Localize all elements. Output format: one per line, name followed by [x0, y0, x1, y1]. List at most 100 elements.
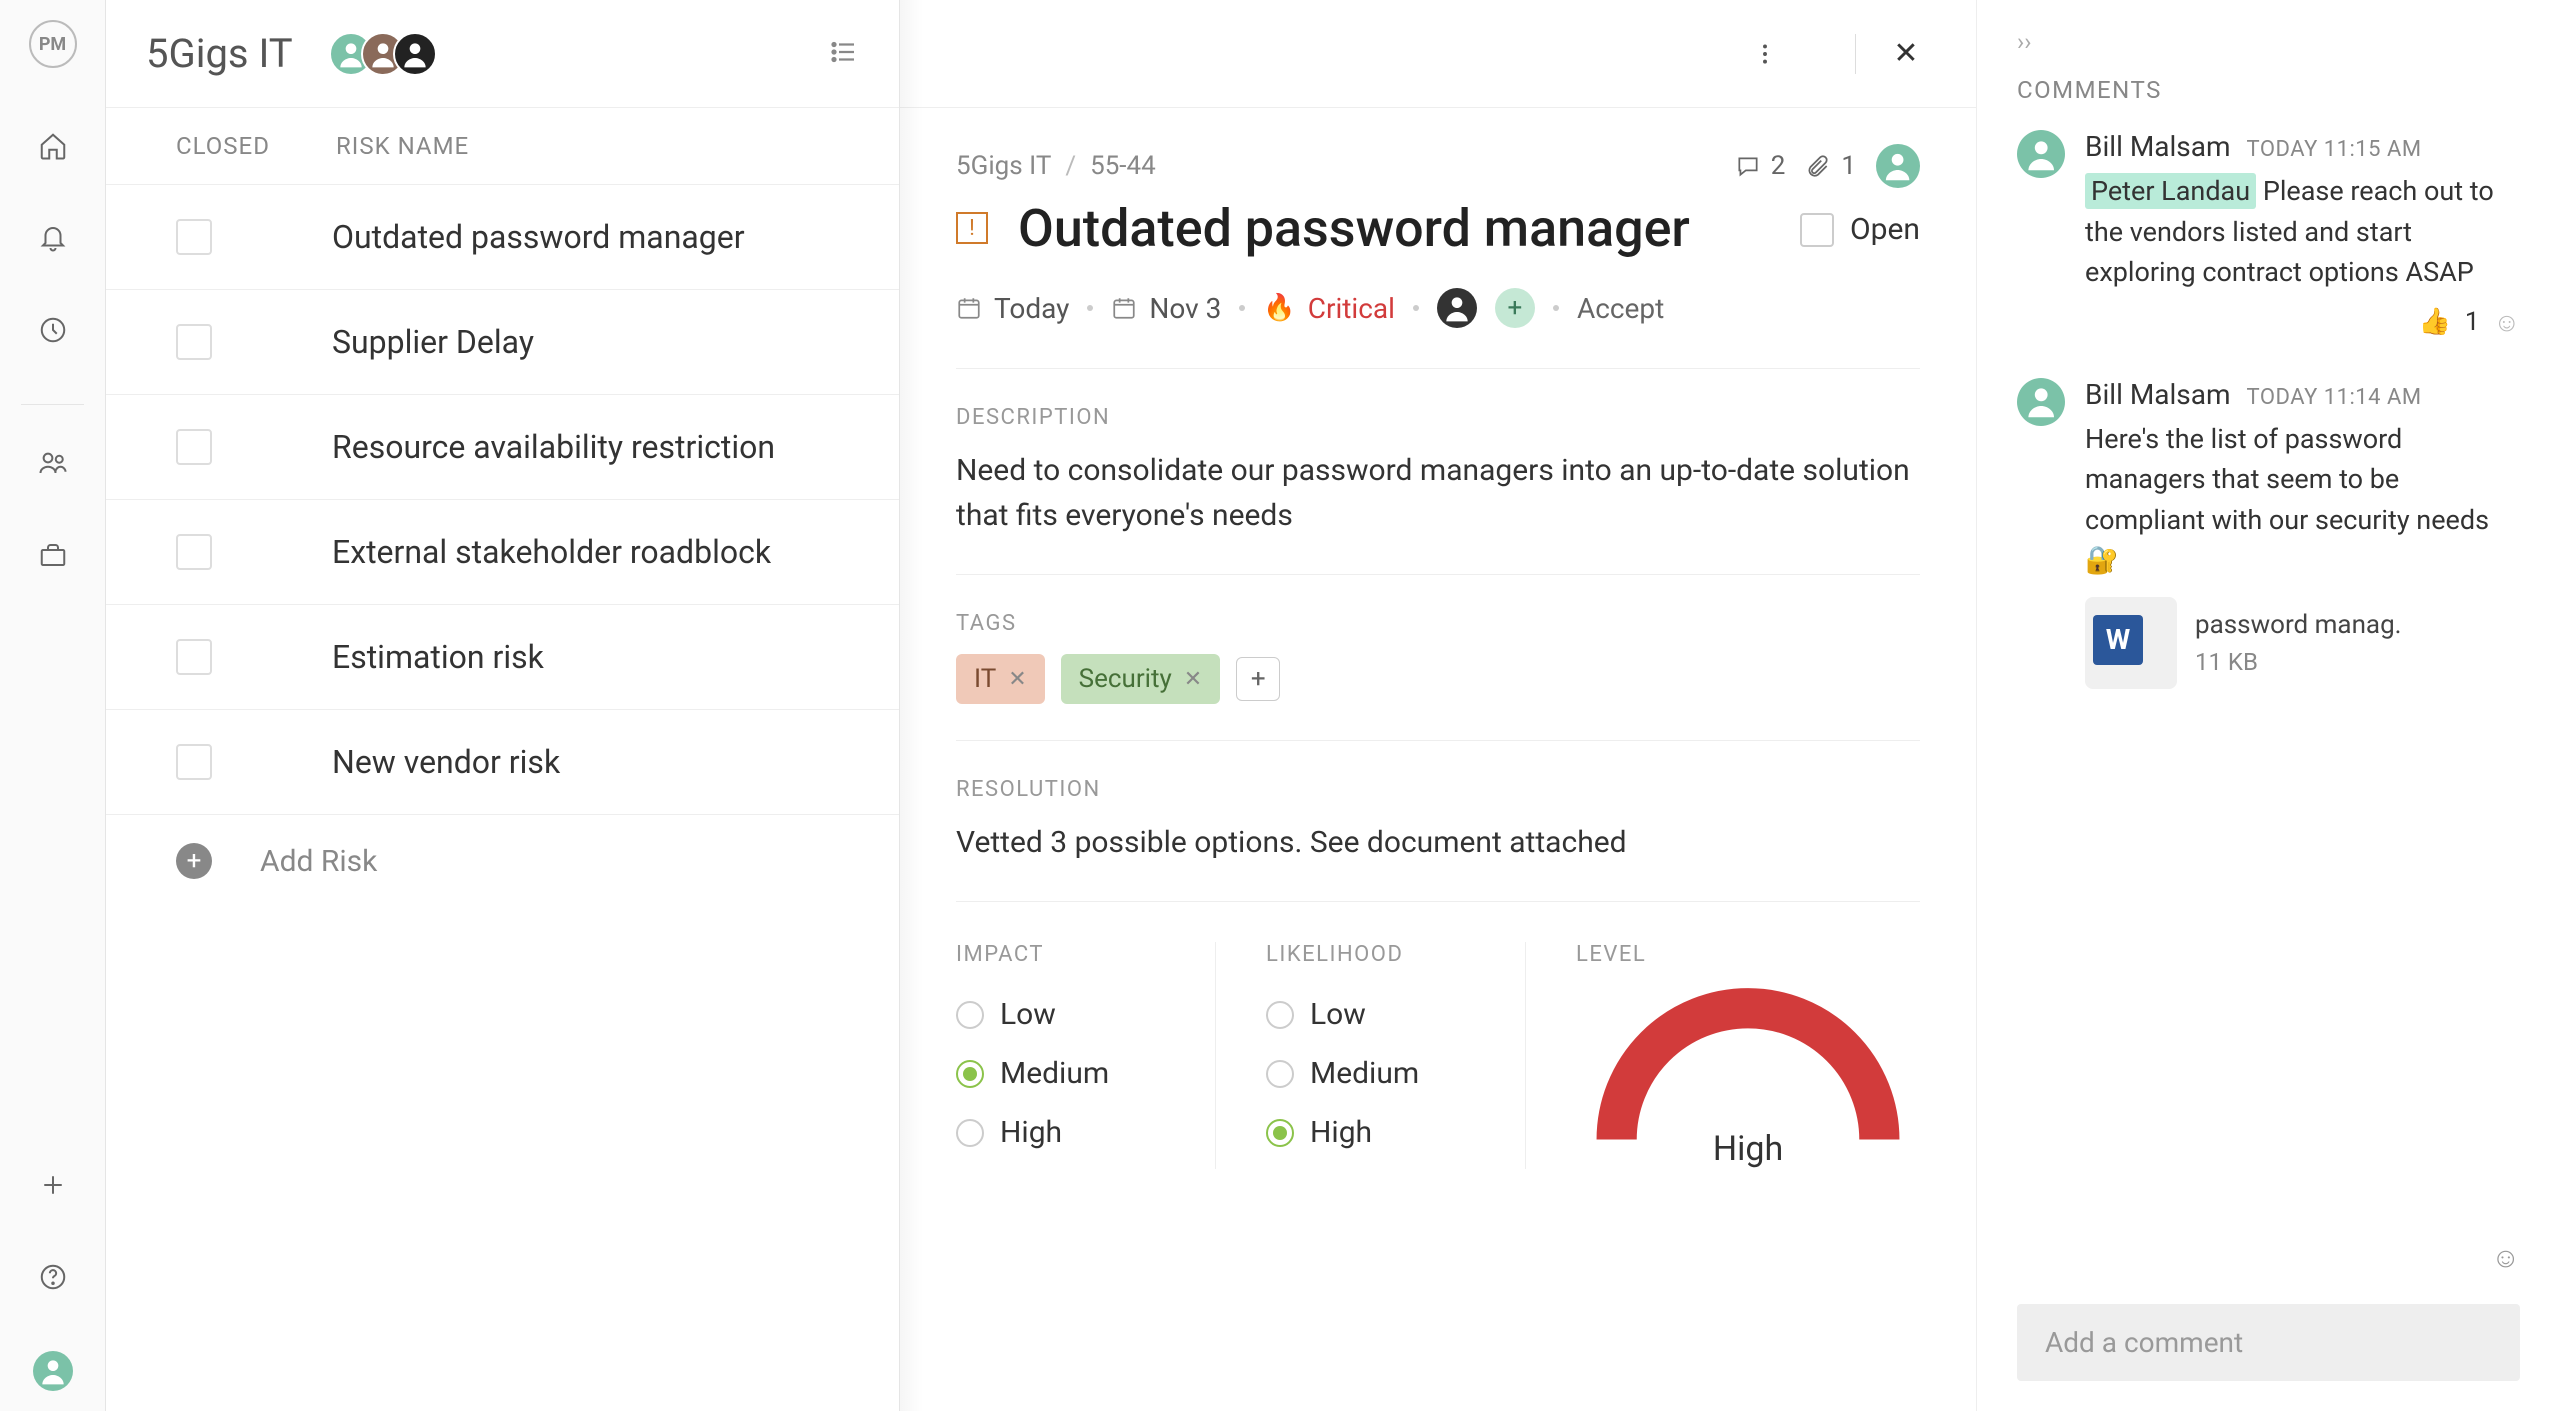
- add-tag-button[interactable]: +: [1236, 657, 1280, 701]
- impact-medium[interactable]: Medium: [956, 1044, 1175, 1103]
- add-risk-button[interactable]: + Add Risk: [106, 815, 899, 907]
- risk-row[interactable]: Supplier Delay: [106, 290, 899, 395]
- collapse-icon[interactable]: ››: [2017, 28, 2031, 56]
- breadcrumb-project[interactable]: 5Gigs IT: [956, 151, 1051, 181]
- comment-author[interactable]: Bill Malsam: [2085, 378, 2231, 411]
- comment-author[interactable]: Bill Malsam: [2085, 130, 2231, 163]
- app-logo[interactable]: PM: [29, 20, 77, 68]
- tag-remove-icon[interactable]: ✕: [1008, 667, 1026, 692]
- home-icon[interactable]: [35, 128, 71, 164]
- closed-checkbox[interactable]: [176, 429, 212, 465]
- main-area: 5Gigs IT CLOSED RISK NAME Outdated passw…: [106, 0, 2560, 1411]
- comment-count-chip[interactable]: 2: [1735, 151, 1786, 181]
- likelihood-medium[interactable]: Medium: [1266, 1044, 1485, 1103]
- comment-body: Here's the list of password managers tha…: [2085, 419, 2520, 581]
- status-label: Open: [1850, 212, 1920, 247]
- likelihood-column: LIKELIHOOD Low Medium High: [1266, 942, 1526, 1169]
- likelihood-low[interactable]: Low: [1266, 985, 1485, 1044]
- assignee-avatar[interactable]: [1437, 288, 1477, 328]
- date-created[interactable]: Today: [956, 292, 1069, 325]
- comment-avatar[interactable]: [2017, 130, 2065, 178]
- comment: Bill Malsam TODAY 11:14 AM Here's the li…: [2017, 378, 2520, 689]
- risk-row[interactable]: External stakeholder roadblock: [106, 500, 899, 605]
- risk-row[interactable]: Outdated password manager: [106, 185, 899, 290]
- impact-column: IMPACT Low Medium High: [956, 942, 1216, 1169]
- attachment-size: 11 KB: [2195, 648, 2402, 676]
- description-text[interactable]: Need to consolidate our password manager…: [956, 448, 1920, 538]
- user-avatar[interactable]: [33, 1351, 73, 1391]
- attachment-name: password manag.: [2195, 610, 2402, 640]
- comment-avatar[interactable]: [2017, 378, 2065, 426]
- tag-remove-icon[interactable]: ✕: [1184, 667, 1202, 692]
- status-checkbox[interactable]: [1800, 213, 1834, 247]
- owner-avatar[interactable]: [1876, 144, 1920, 188]
- response[interactable]: Accept: [1577, 292, 1664, 325]
- closed-checkbox[interactable]: [176, 219, 212, 255]
- meta-row: Today Nov 3 🔥Critical + Accept: [956, 288, 1920, 368]
- list-toggle-icon[interactable]: [829, 37, 859, 71]
- comment-time: TODAY 11:15 AM: [2247, 137, 2422, 162]
- tag-it[interactable]: IT✕: [956, 654, 1045, 704]
- project-title[interactable]: 5Gigs IT: [146, 30, 293, 77]
- breadcrumb-id[interactable]: 55-44: [1090, 151, 1156, 181]
- likelihood-high[interactable]: High: [1266, 1103, 1485, 1162]
- risk-row[interactable]: Resource availability restriction: [106, 395, 899, 500]
- emoji-picker-icon[interactable]: ☺: [2491, 1241, 2520, 1274]
- help-icon[interactable]: [35, 1259, 71, 1295]
- tag-security[interactable]: Security✕: [1061, 654, 1221, 704]
- risk-row[interactable]: Estimation risk: [106, 605, 899, 710]
- risk-name: Estimation risk: [332, 638, 544, 676]
- level-gauge: [1588, 985, 1908, 1155]
- briefcase-icon[interactable]: [35, 537, 71, 573]
- risk-name: New vendor risk: [332, 743, 560, 781]
- comment-input[interactable]: Add a comment: [2017, 1304, 2520, 1381]
- resolution-section: RESOLUTION Vetted 3 possible options. Se…: [956, 740, 1920, 901]
- level-label: LEVEL: [1576, 942, 1646, 967]
- clock-icon[interactable]: [35, 312, 71, 348]
- level-column: LEVEL High: [1576, 942, 1920, 1169]
- breadcrumb: 5Gigs IT / 55-44 2 1: [956, 144, 1920, 188]
- resolution-label: RESOLUTION: [956, 777, 1920, 802]
- mention[interactable]: Peter Landau: [2085, 173, 2256, 209]
- comment-body: Peter Landau Please reach out to the ven…: [2085, 171, 2520, 293]
- add-reaction-icon[interactable]: ☺: [2493, 307, 2520, 338]
- status-toggle[interactable]: Open: [1800, 212, 1920, 247]
- reaction-emoji[interactable]: 👍: [2418, 307, 2450, 337]
- risk-title[interactable]: Outdated password manager: [1018, 198, 1770, 260]
- close-icon[interactable]: ✕: [1886, 34, 1926, 74]
- priority[interactable]: 🔥Critical: [1263, 292, 1395, 325]
- list-header: CLOSED RISK NAME: [106, 108, 899, 185]
- bell-icon[interactable]: [35, 220, 71, 256]
- nav-rail: PM: [0, 0, 106, 1411]
- attachment[interactable]: W password manag. 11 KB: [2085, 597, 2520, 689]
- plus-icon[interactable]: [35, 1167, 71, 1203]
- tags-label: TAGS: [956, 611, 1920, 636]
- member-avatars[interactable]: [329, 32, 437, 76]
- resolution-text[interactable]: Vetted 3 possible options. See document …: [956, 820, 1920, 865]
- impact-high[interactable]: High: [956, 1103, 1175, 1162]
- closed-checkbox[interactable]: [176, 534, 212, 570]
- detail-panel: ✕ 5Gigs IT / 55-44 2 1: [900, 0, 1976, 1411]
- impact-low[interactable]: Low: [956, 985, 1175, 1044]
- risk-name: Resource availability restriction: [332, 428, 775, 466]
- top-bar: 5Gigs IT: [106, 0, 899, 108]
- tags-section: TAGS IT✕ Security✕ +: [956, 574, 1920, 740]
- reactions[interactable]: 👍 1 ☺: [2085, 307, 2520, 338]
- attachment-count-chip[interactable]: 1: [1805, 151, 1856, 181]
- risk-name: Supplier Delay: [332, 323, 534, 361]
- people-icon[interactable]: [35, 445, 71, 481]
- closed-checkbox[interactable]: [176, 324, 212, 360]
- add-risk-label: Add Risk: [260, 844, 377, 879]
- detail-topbar: ✕: [900, 0, 1976, 108]
- date-due[interactable]: Nov 3: [1111, 292, 1221, 325]
- metrics-row: IMPACT Low Medium High LIKELIHOOD Low Me…: [956, 901, 1920, 1169]
- likelihood-label: LIKELIHOOD: [1266, 942, 1485, 967]
- alert-icon: !: [956, 212, 988, 244]
- comments-panel: ›› COMMENTS Bill Malsam TODAY 11:15 AM P…: [1976, 0, 2560, 1411]
- closed-checkbox[interactable]: [176, 639, 212, 675]
- risk-row[interactable]: New vendor risk: [106, 710, 899, 815]
- closed-checkbox[interactable]: [176, 744, 212, 780]
- add-assignee-button[interactable]: +: [1495, 288, 1535, 328]
- avatar[interactable]: [393, 32, 437, 76]
- more-menu-icon[interactable]: [1745, 34, 1785, 74]
